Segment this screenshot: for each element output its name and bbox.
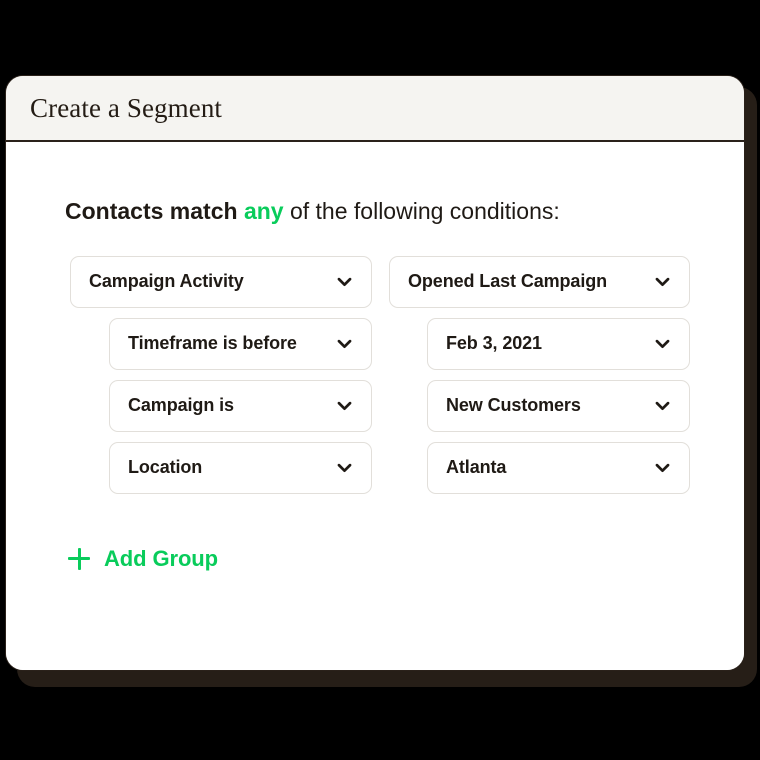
condition-field-select[interactable]: Location: [109, 441, 372, 494]
condition-operand-value: Atlanta: [446, 457, 507, 478]
screen: Create a Segment Contacts match any of t…: [0, 0, 760, 760]
condition-operand-value: Feb 3, 2021: [446, 333, 542, 354]
condition-operand-value: New Customers: [446, 395, 581, 416]
card-body: Contacts match any of the following cond…: [6, 142, 744, 670]
condition-field-value: Campaign is: [128, 395, 234, 416]
chevron-down-icon: [335, 396, 354, 415]
add-group-button[interactable]: Add Group: [68, 546, 218, 572]
match-conditions-heading: Contacts match any of the following cond…: [65, 198, 744, 226]
condition-row: Campaign Activity Opened Last Campaign: [6, 255, 744, 308]
condition-operand-select[interactable]: Opened Last Campaign: [389, 255, 690, 308]
condition-field-value: Timeframe is before: [128, 333, 297, 354]
page-title: Create a Segment: [30, 92, 223, 123]
chevron-down-icon: [653, 334, 672, 353]
chevron-down-icon: [653, 396, 672, 415]
condition-row: Timeframe is before Feb 3, 2021: [6, 317, 744, 370]
plus-icon: [68, 547, 90, 570]
heading-suffix: of the following conditions:: [283, 198, 560, 224]
heading-match-type[interactable]: any: [244, 198, 284, 224]
condition-field-value: Location: [128, 457, 203, 478]
chevron-down-icon: [653, 458, 672, 477]
condition-operand-select[interactable]: Feb 3, 2021: [427, 317, 690, 370]
condition-operand-select[interactable]: Atlanta: [427, 441, 690, 494]
condition-field-select[interactable]: Timeframe is before: [109, 317, 372, 370]
chevron-down-icon: [335, 334, 354, 353]
chevron-down-icon: [335, 272, 354, 291]
card-header: Create a Segment: [6, 76, 744, 142]
conditions-list: Campaign Activity Opened Last Campaign T…: [6, 255, 744, 494]
chevron-down-icon: [335, 458, 354, 477]
create-segment-card: Create a Segment Contacts match any of t…: [5, 75, 745, 671]
condition-operand-select[interactable]: New Customers: [427, 379, 690, 432]
condition-field-select[interactable]: Campaign is: [109, 379, 372, 432]
condition-field-value: Campaign Activity: [89, 271, 244, 292]
add-group-label: Add Group: [104, 545, 218, 571]
chevron-down-icon: [653, 272, 672, 291]
condition-row: Campaign is New Customers: [6, 379, 744, 432]
condition-field-select[interactable]: Campaign Activity: [70, 255, 372, 308]
condition-operand-value: Opened Last Campaign: [408, 271, 608, 292]
heading-prefix: Contacts match: [65, 198, 244, 224]
condition-row: Location Atlanta: [6, 441, 744, 494]
